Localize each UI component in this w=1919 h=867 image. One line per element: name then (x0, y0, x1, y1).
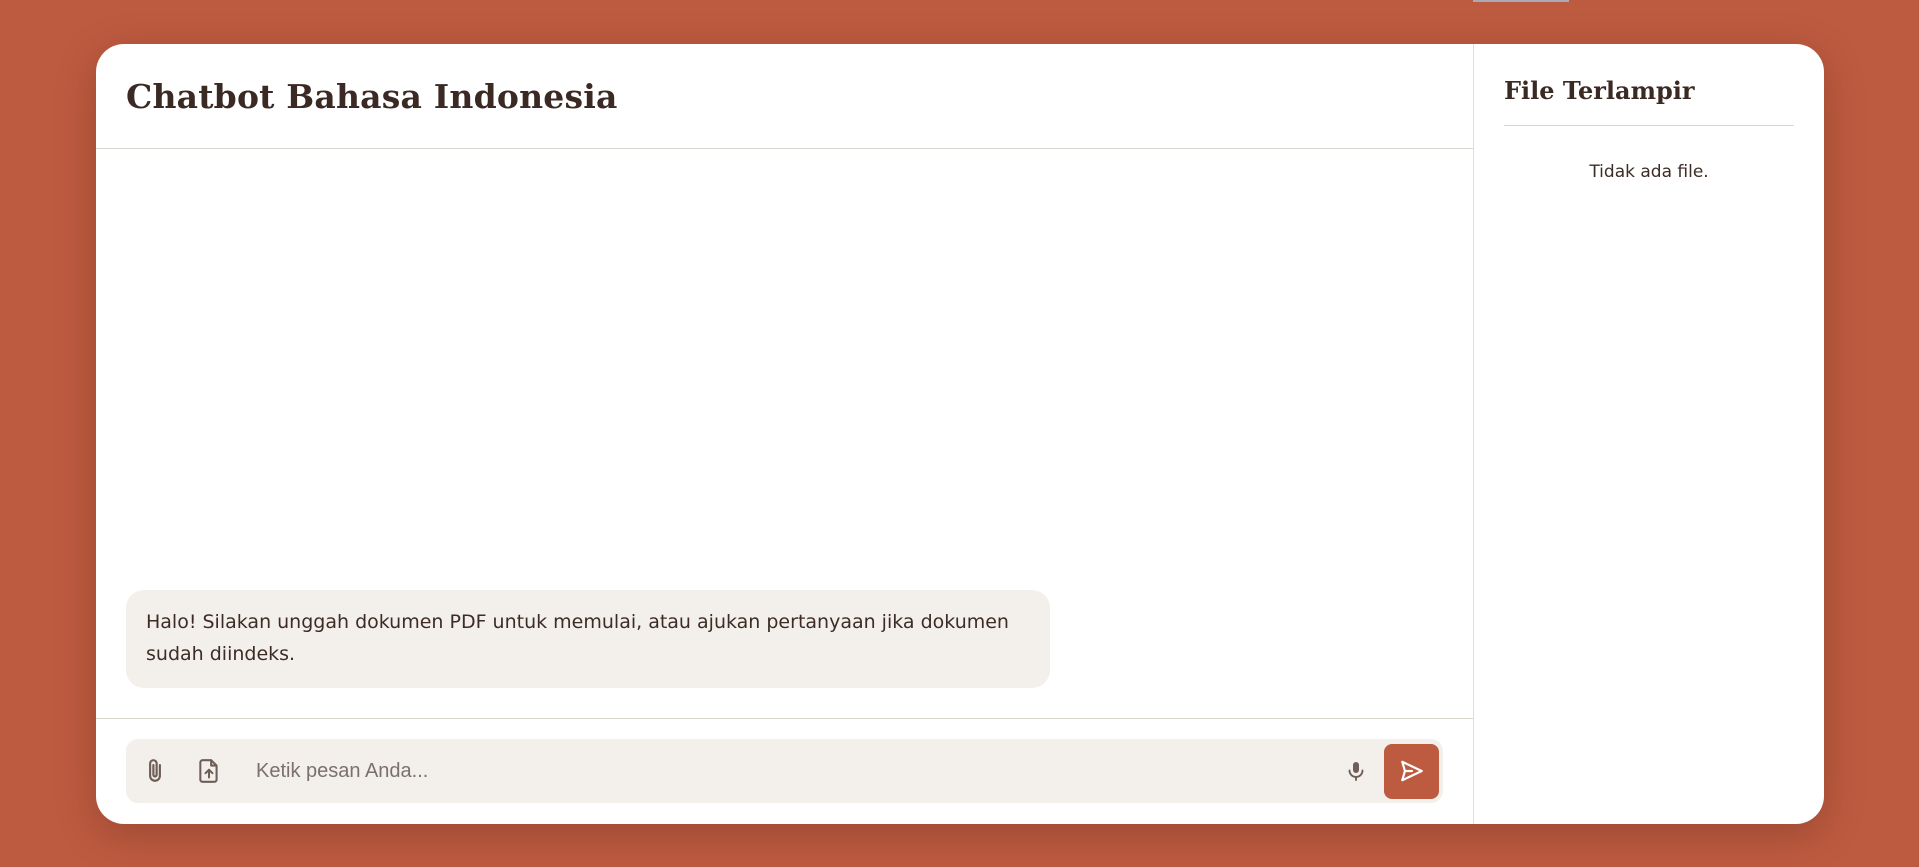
message-list: Halo! Silakan unggah dokumen PDF untuk m… (96, 149, 1473, 719)
paperclip-icon (149, 759, 161, 782)
message-input[interactable] (236, 738, 1328, 804)
chat-panel: Chatbot Bahasa Indonesia Halo! Silakan u… (96, 44, 1474, 824)
top-strip (1473, 0, 1569, 2)
send-icon (1400, 760, 1423, 782)
composer-bar (126, 738, 1443, 804)
chat-header: Chatbot Bahasa Indonesia (96, 44, 1473, 149)
composer-area (96, 719, 1473, 824)
attach-button[interactable] (128, 739, 182, 803)
attached-files-panel: File Terlampir Tidak ada file. (1474, 44, 1824, 824)
files-panel-title: File Terlampir (1504, 74, 1794, 126)
send-button[interactable] (1384, 743, 1439, 799)
app-card: Chatbot Bahasa Indonesia Halo! Silakan u… (96, 44, 1824, 824)
page-title: Chatbot Bahasa Indonesia (126, 76, 618, 116)
file-upload-icon (199, 759, 218, 783)
upload-file-button[interactable] (182, 739, 236, 803)
microphone-button[interactable] (1328, 739, 1384, 803)
bot-message: Halo! Silakan unggah dokumen PDF untuk m… (126, 590, 1050, 688)
microphone-icon (1348, 762, 1364, 781)
files-empty-text: Tidak ada file. (1589, 162, 1709, 182)
